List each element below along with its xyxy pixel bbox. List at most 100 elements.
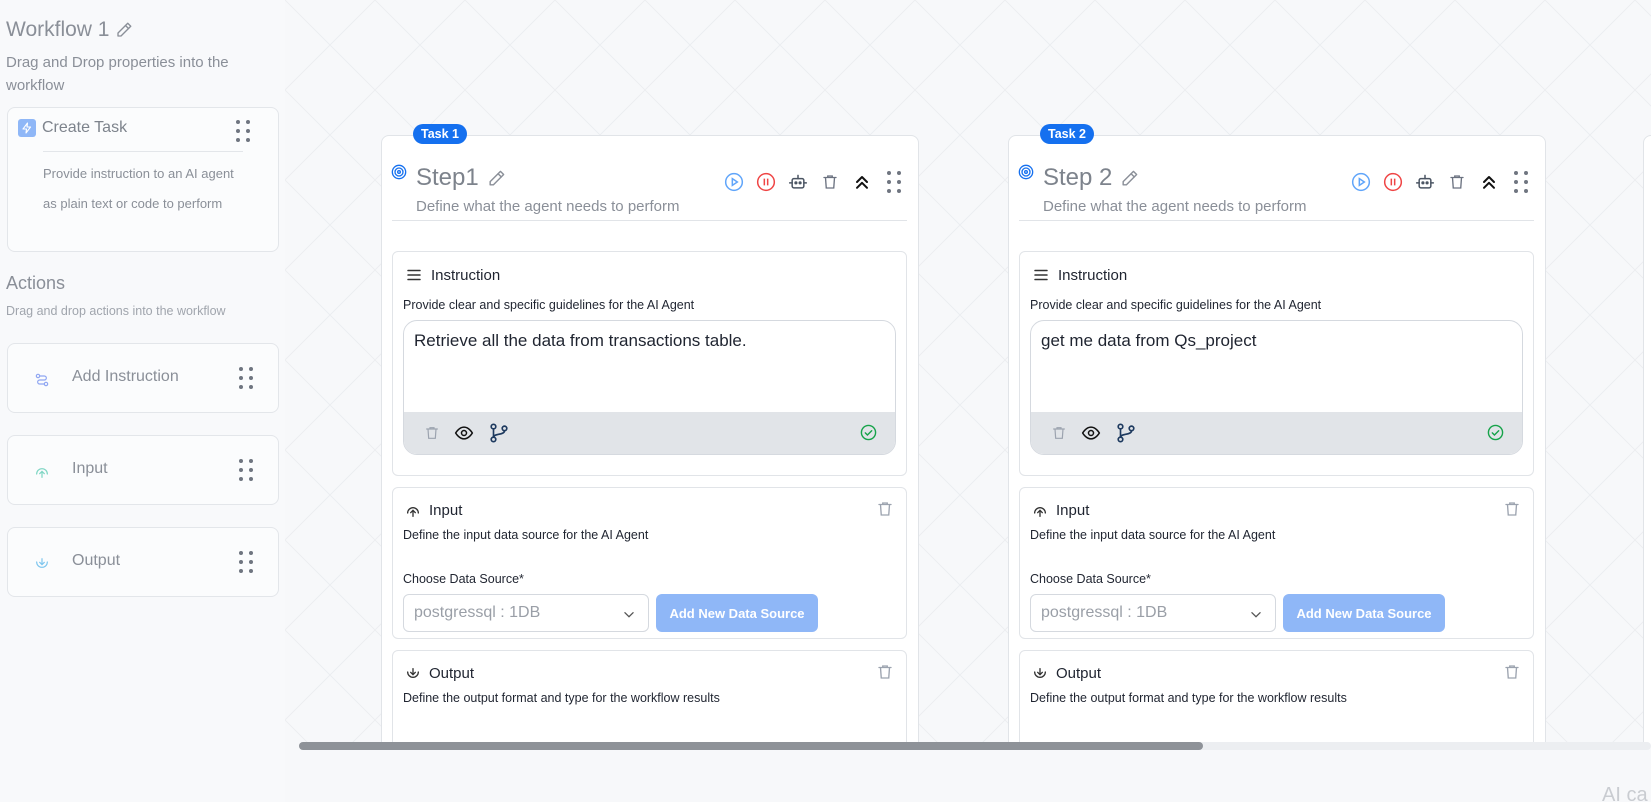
target-icon [1018, 164, 1034, 180]
pencil-icon[interactable] [487, 169, 506, 188]
data-source-select[interactable]: postgressql : 1DB [403, 594, 649, 632]
trash-icon[interactable] [820, 172, 840, 192]
pause-icon[interactable] [756, 172, 776, 192]
trash-icon[interactable] [1503, 663, 1521, 686]
workflow-canvas[interactable]: Task 1 Step1 Define what the agent needs… [285, 0, 1651, 745]
instruction-section: Instruction Provide clear and specific g… [392, 251, 907, 476]
check-circle-icon [860, 424, 877, 446]
drag-handle-icon[interactable] [239, 551, 253, 573]
trash-icon[interactable] [1503, 500, 1521, 523]
instruction-toolbar [1031, 412, 1522, 454]
instruction-title: Instruction [1058, 266, 1128, 284]
action-label: Add Instruction [72, 368, 179, 385]
input-description: Define the input data source for the AI … [403, 528, 649, 542]
eye-icon[interactable] [454, 423, 474, 448]
task-card[interactable] [1643, 135, 1651, 745]
instruction-text[interactable]: get me data from Qs_project [1041, 331, 1256, 351]
upload-circle-icon [407, 506, 419, 517]
chevron-down-icon [1251, 612, 1261, 618]
create-task-card[interactable]: Create Task Provide instruction to an AI… [7, 107, 279, 252]
create-task-header: Create Task [18, 119, 127, 137]
instruction-text[interactable]: Retrieve all the data from transactions … [414, 331, 747, 351]
robot-icon[interactable] [1415, 172, 1435, 192]
drag-handle-icon[interactable] [239, 459, 253, 481]
input-header: Input [405, 502, 462, 519]
data-source-select[interactable]: postgressql : 1DB [1030, 594, 1276, 632]
input-title: Input [429, 502, 463, 519]
input-title: Input [1056, 502, 1090, 519]
step-title: Step 2 [1043, 164, 1139, 192]
route-icon [35, 373, 49, 387]
data-source-label: Choose Data Source* [403, 572, 524, 586]
step-toolbar [724, 171, 904, 193]
menu-icon [407, 269, 421, 281]
instruction-section: Instruction Provide clear and specific g… [1019, 251, 1534, 476]
instruction-header: Instruction [405, 266, 500, 284]
git-branch-icon[interactable] [488, 422, 510, 449]
workflow-title-text: Workflow 1 [6, 18, 110, 41]
trash-icon[interactable] [876, 500, 894, 523]
actions-subtitle: Drag and drop actions into the workflow [6, 304, 226, 318]
trash-icon[interactable] [424, 425, 440, 446]
task-badge: Task 1 [413, 124, 467, 144]
add-data-source-button[interactable]: Add New Data Source [1283, 594, 1445, 632]
divider [43, 151, 243, 152]
trash-icon[interactable] [1051, 425, 1067, 446]
download-circle-icon [36, 558, 48, 568]
data-source-value: postgressql : 1DB [414, 604, 541, 621]
instruction-editor[interactable]: Retrieve all the data from transactions … [403, 320, 896, 455]
output-title: Output [1056, 665, 1102, 682]
workflow-subtitle: Drag and Drop properties into the workfl… [6, 54, 229, 94]
step-title-text: Step1 [416, 164, 479, 191]
step-title: Step1 [416, 164, 506, 192]
drag-handle-icon[interactable] [1511, 171, 1531, 193]
create-task-description: Provide instruction to an AI agent as pl… [43, 166, 234, 211]
footer-text: AI ca [1602, 784, 1648, 802]
input-description: Define the input data source for the AI … [1030, 528, 1276, 542]
upload-circle-icon [1034, 506, 1046, 517]
properties-panel: Workflow 1 Drag and Drop properties into… [0, 0, 285, 802]
instruction-editor[interactable]: get me data from Qs_project [1030, 320, 1523, 455]
robot-icon[interactable] [788, 172, 808, 192]
data-source-label: Choose Data Source* [1030, 572, 1151, 586]
pencil-icon[interactable] [1120, 169, 1139, 188]
input-header: Input [1032, 502, 1089, 519]
add-data-source-button[interactable]: Add New Data Source [656, 594, 818, 632]
action-add-instruction[interactable]: Add Instruction [7, 343, 279, 413]
upload-circle-icon [36, 468, 48, 478]
horizontal-scrollbar-thumb[interactable] [299, 742, 1203, 750]
divider [392, 220, 907, 221]
pencil-icon[interactable] [115, 21, 133, 39]
input-section: Input Define the input data source for t… [1019, 487, 1534, 639]
input-section: Input Define the input data source for t… [392, 487, 907, 639]
download-circle-icon [1034, 667, 1046, 678]
collapse-icon[interactable] [1479, 172, 1499, 192]
eye-icon[interactable] [1081, 423, 1101, 448]
task-badge: Task 2 [1040, 124, 1094, 144]
output-header: Output [405, 665, 474, 682]
action-label: Output [72, 552, 121, 569]
instruction-toolbar [404, 412, 895, 454]
action-output[interactable]: Output [7, 527, 279, 597]
step-subtitle: Define what the agent needs to perform [1043, 198, 1307, 215]
output-section: Output Define the output format and type… [392, 650, 907, 745]
task-card[interactable]: Task 2 Step 2 Define what the agent need… [1008, 124, 1546, 745]
output-title: Output [429, 665, 475, 682]
output-header: Output [1032, 665, 1101, 682]
drag-handle-icon[interactable] [236, 120, 250, 142]
task-card[interactable]: Task 1 Step1 Define what the agent needs… [381, 124, 919, 745]
step-title-text: Step 2 [1043, 164, 1113, 191]
create-task-label: Create Task [42, 119, 128, 136]
drag-handle-icon[interactable] [884, 171, 904, 193]
output-section: Output Define the output format and type… [1019, 650, 1534, 745]
git-branch-icon[interactable] [1115, 422, 1137, 449]
trash-icon[interactable] [876, 663, 894, 686]
trash-icon[interactable] [1447, 172, 1467, 192]
output-description: Define the output format and type for th… [1030, 691, 1347, 705]
pause-icon[interactable] [1383, 172, 1403, 192]
play-icon[interactable] [724, 172, 744, 192]
drag-handle-icon[interactable] [239, 367, 253, 389]
play-icon[interactable] [1351, 172, 1371, 192]
action-input[interactable]: Input [7, 435, 279, 505]
collapse-icon[interactable] [852, 172, 872, 192]
